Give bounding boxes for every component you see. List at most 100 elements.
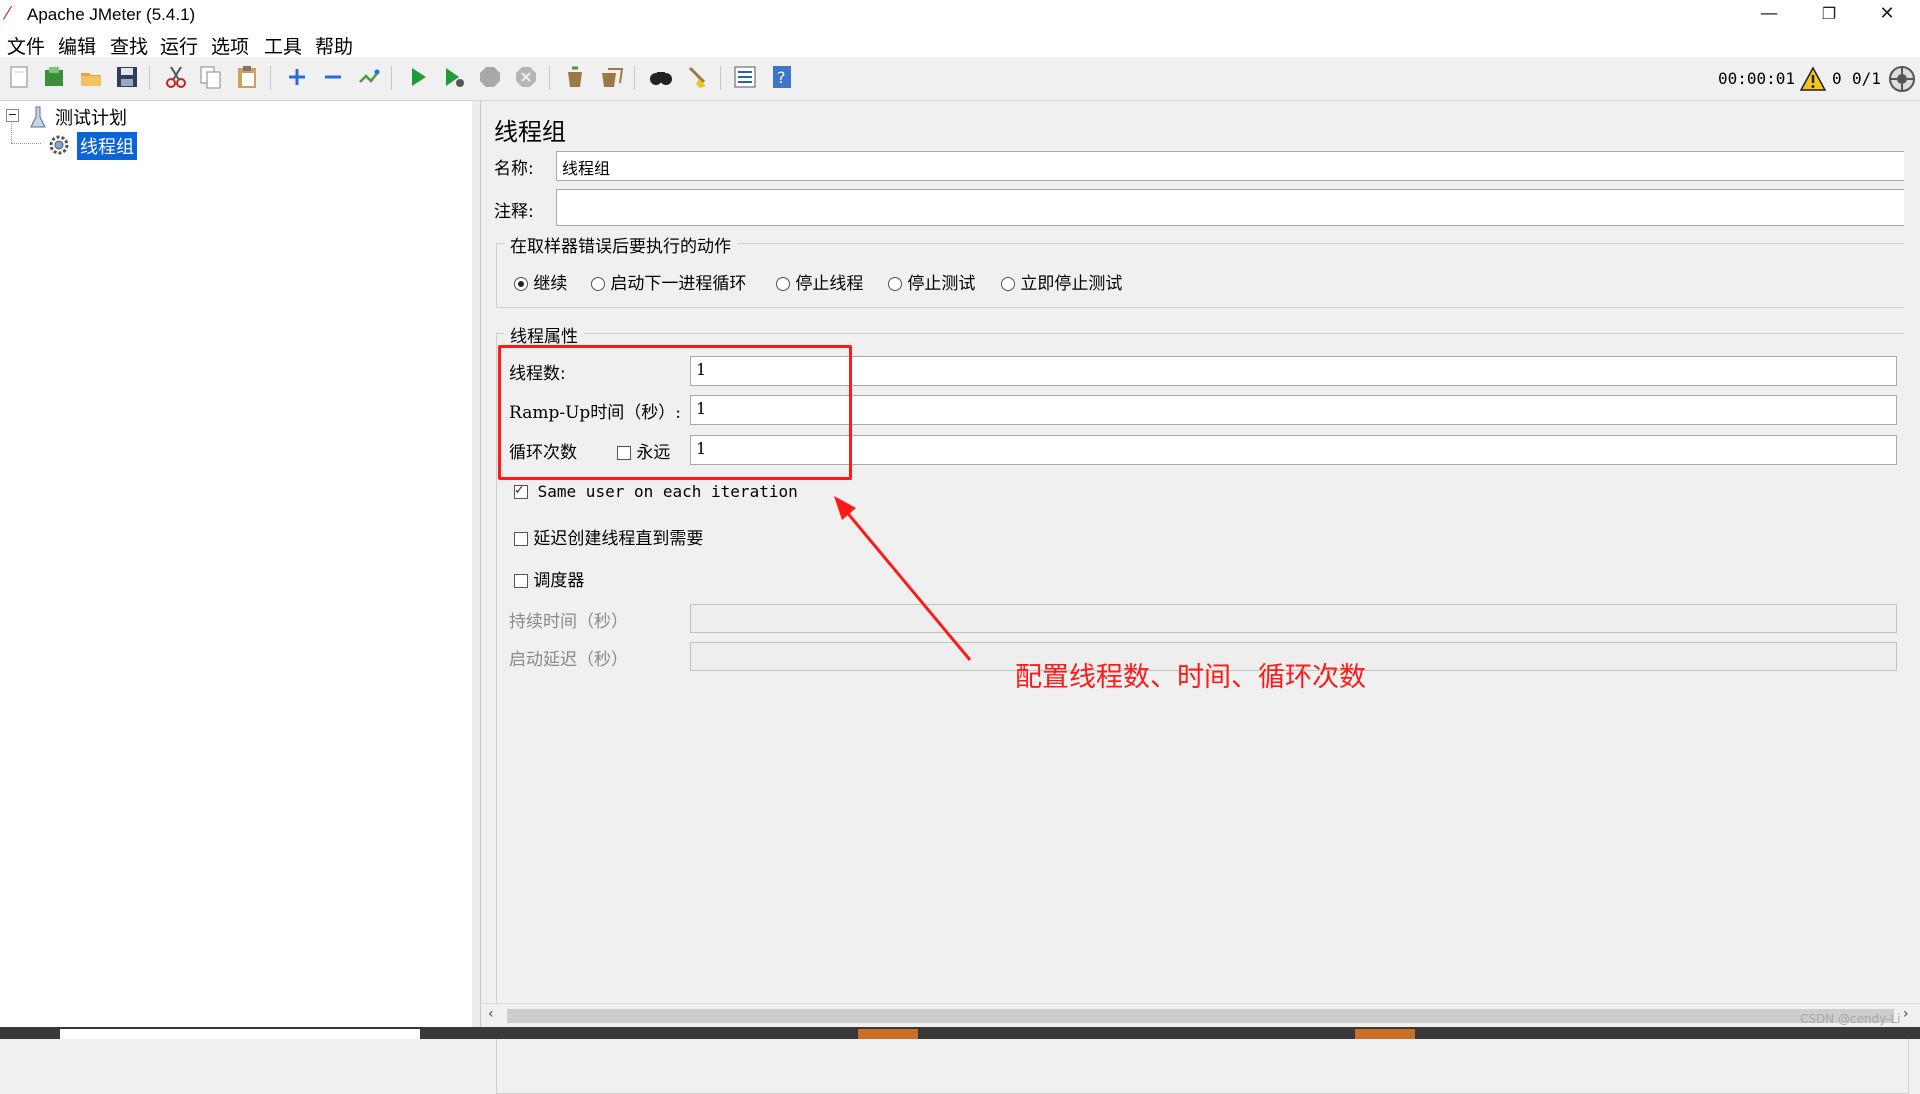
window-title: Apache JMeter (5.4.1) — [27, 5, 196, 24]
thread-group-panel: 线程组 名称: 线程组 注释: 在取样器错误后要执行的动作 继续 启动下一进程循… — [481, 101, 1920, 1094]
toggle-icon[interactable] — [355, 63, 383, 91]
clear-all-icon[interactable] — [597, 63, 625, 91]
menu-edit[interactable]: 编辑 — [58, 32, 96, 59]
horizontal-scroll-thumb[interactable] — [507, 1009, 1894, 1023]
active-threads-count: 0/1 — [1852, 69, 1881, 88]
menu-search[interactable]: 查找 — [110, 32, 148, 59]
radio-stop-test-now-label: 立即停止测试 — [1020, 274, 1123, 294]
tree-line — [11, 143, 41, 145]
name-field[interactable]: 线程组 — [556, 151, 1913, 181]
warning-icon[interactable] — [1799, 66, 1827, 92]
scheduler-checkbox[interactable]: 调度器 — [514, 566, 584, 591]
expand-icon[interactable] — [283, 63, 311, 91]
radio-start-next-loop-indicator[interactable] — [591, 277, 605, 291]
radio-stop-test-now[interactable]: 立即停止测试 — [1001, 269, 1122, 294]
function-helper-icon[interactable] — [731, 63, 759, 91]
radio-stop-test-label: 停止测试 — [907, 274, 976, 294]
radio-continue[interactable]: 继续 — [514, 269, 567, 294]
toolbar-separator — [549, 66, 550, 90]
threads-input[interactable]: 1 — [690, 356, 1897, 386]
name-label: 名称: — [494, 159, 534, 179]
toolbar-separator — [270, 66, 271, 90]
copy-icon[interactable] — [197, 63, 225, 91]
radio-continue-label: 继续 — [533, 274, 568, 294]
clear-icon[interactable] — [561, 63, 589, 91]
comment-label: 注释: — [494, 202, 534, 222]
restore-button[interactable]: ❐ — [1800, 0, 1858, 30]
menu-bar: 文件 编辑 查找 运行 选项 工具 帮助 — [0, 30, 1920, 59]
thread-group-gear-icon — [48, 134, 70, 156]
rampup-input[interactable]: 1 — [690, 395, 1897, 425]
stop-icon[interactable] — [476, 63, 504, 91]
horizontal-scrollbar[interactable]: ‹ › — [481, 1003, 1920, 1028]
same-user-checkbox-box[interactable] — [514, 482, 528, 499]
radio-stop-thread-indicator[interactable] — [776, 277, 790, 291]
radio-continue-indicator[interactable] — [514, 277, 528, 291]
toolbar-separator — [149, 66, 150, 90]
title-bar: ⁄ Apache JMeter (5.4.1) — ❐ ✕ — [0, 0, 1920, 30]
scroll-left-arrow-icon[interactable]: ‹ — [488, 1006, 494, 1022]
toolbar-separator — [634, 66, 635, 90]
startup-delay-label: 启动延迟（秒） — [509, 650, 628, 670]
templates-icon[interactable] — [40, 63, 68, 91]
start-icon[interactable] — [404, 63, 432, 91]
delay-thread-creation-box[interactable] — [514, 532, 528, 546]
radio-stop-test-indicator[interactable] — [888, 277, 902, 291]
save-icon[interactable] — [113, 63, 141, 91]
start-no-pause-icon[interactable] — [440, 63, 468, 91]
paste-icon[interactable] — [233, 63, 261, 91]
close-button[interactable]: ✕ — [1858, 0, 1916, 30]
toolbar-separator — [720, 66, 721, 90]
help-icon[interactable]: ? — [768, 63, 796, 91]
scheduler-checkbox-box[interactable] — [514, 574, 528, 588]
radio-stop-thread-label: 停止线程 — [795, 274, 864, 294]
vertical-scrollbar[interactable] — [1904, 101, 1920, 1003]
taskbar-strip — [0, 1027, 1920, 1039]
scroll-right-arrow-icon[interactable]: › — [1903, 1006, 1909, 1022]
error-count: 0 — [1832, 69, 1842, 88]
menu-tools[interactable]: 工具 — [264, 32, 302, 59]
loop-count-input[interactable]: 1 — [690, 435, 1897, 465]
radio-start-next-loop-label: 启动下一进程循环 — [610, 274, 747, 294]
search-icon[interactable] — [647, 63, 675, 91]
menu-options[interactable]: 选项 — [211, 32, 249, 59]
tree-node-test-plan[interactable]: 测试计划 — [55, 104, 127, 130]
annotation-text: 配置线程数、时间、循环次数 — [1015, 662, 1366, 693]
menu-help[interactable]: 帮助 — [315, 32, 353, 59]
elapsed-timer: 00:00:01 — [1718, 69, 1796, 88]
test-plan-tree: − 测试计划 线程组 — [0, 101, 473, 1027]
open-icon[interactable] — [77, 63, 105, 91]
same-user-checkbox[interactable]: Same user on each iteration — [514, 482, 798, 501]
same-user-checkbox-label: Same user on each iteration — [537, 482, 798, 501]
taskbar-item — [858, 1029, 918, 1039]
toolbar: ? 00:00:01 0 0/1 — [0, 57, 1920, 101]
shutdown-icon[interactable] — [512, 63, 540, 91]
toolbar-separator — [391, 66, 392, 90]
minimize-button[interactable]: — — [1740, 0, 1798, 30]
svg-text:?: ? — [777, 68, 786, 87]
annotation-highlight-box — [498, 345, 852, 480]
page-title: 线程组 — [494, 118, 566, 146]
menu-run[interactable]: 运行 — [160, 32, 198, 59]
radio-stop-thread[interactable]: 停止线程 — [776, 269, 863, 294]
test-plan-icon — [28, 105, 48, 129]
comment-field[interactable] — [556, 189, 1913, 226]
duration-label: 持续时间（秒） — [509, 612, 628, 632]
panel-splitter[interactable] — [472, 101, 481, 1027]
menu-file[interactable]: 文件 — [7, 32, 45, 59]
radio-stop-test-now-indicator[interactable] — [1001, 277, 1015, 291]
radio-start-next-loop[interactable]: 启动下一进程循环 — [591, 269, 746, 294]
delay-thread-creation-checkbox[interactable]: 延迟创建线程直到需要 — [514, 524, 703, 549]
reset-search-icon[interactable] — [683, 63, 711, 91]
tree-node-thread-group[interactable]: 线程组 — [77, 132, 137, 160]
scheduler-checkbox-label: 调度器 — [533, 571, 585, 591]
delay-thread-creation-label: 延迟创建线程直到需要 — [533, 529, 704, 549]
watermark: CSDN @cendy-Li — [1800, 1012, 1901, 1026]
taskbar-item — [60, 1029, 420, 1039]
collapse-icon[interactable] — [319, 63, 347, 91]
remote-status-icon — [1888, 65, 1916, 93]
thread-properties-legend: 线程属性 — [504, 322, 584, 347]
radio-stop-test[interactable]: 停止测试 — [888, 269, 975, 294]
new-icon[interactable] — [5, 63, 33, 91]
cut-icon[interactable] — [162, 63, 190, 91]
